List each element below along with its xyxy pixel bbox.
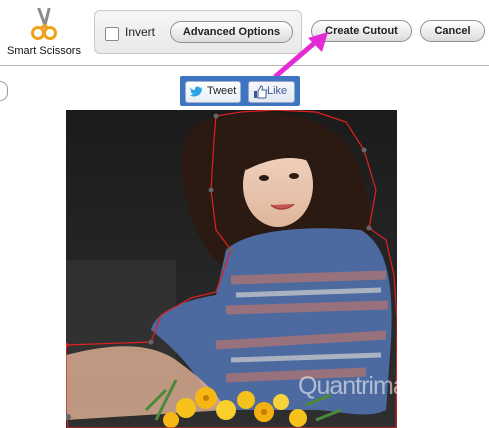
left-eye — [259, 175, 269, 181]
invert-label: Invert — [125, 25, 156, 39]
tweet-label: Tweet — [207, 85, 237, 97]
toolbar-divider — [0, 65, 489, 66]
right-eye — [289, 173, 299, 179]
smart-scissors-label: Smart Scissors — [7, 45, 81, 57]
smart-scissors-tool[interactable]: Smart Scissors — [0, 6, 88, 62]
thumbs-up-icon — [254, 85, 267, 99]
like-label: Like — [267, 85, 288, 97]
tweet-button[interactable]: Tweet — [185, 81, 241, 103]
scissors-icon — [31, 8, 57, 40]
invert-checkbox[interactable] — [105, 27, 119, 41]
like-button[interactable]: Like — [248, 81, 295, 103]
annotation-arrow — [273, 32, 328, 79]
watermark-text: Quantrimang — [298, 372, 433, 400]
editor-toolbar: Smart Scissors Invert Advanced Options C… — [0, 0, 489, 66]
cancel-button[interactable]: Cancel — [420, 20, 485, 42]
twitter-bird-icon — [190, 86, 203, 97]
social-share-bar: Tweet Like — [180, 76, 300, 106]
side-panel-handle[interactable] — [0, 81, 8, 101]
